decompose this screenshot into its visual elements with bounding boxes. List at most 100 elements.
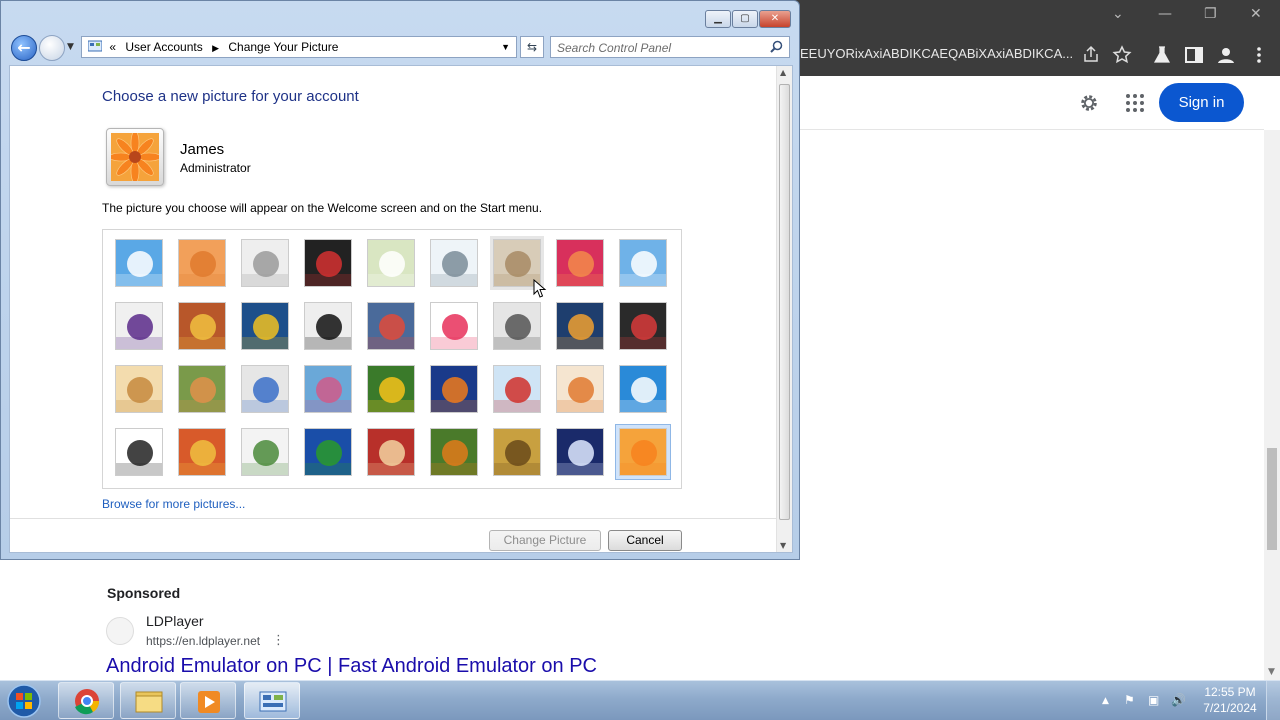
pinwheel-icon xyxy=(620,240,666,286)
picture-window[interactable] xyxy=(304,428,352,476)
action-center-flag-icon[interactable]: ⚑ xyxy=(1124,693,1135,707)
content-scrollbar-thumb[interactable] xyxy=(779,84,790,520)
breadcrumb[interactable]: « User Accounts ▶ Change Your Picture ▼ xyxy=(81,36,517,58)
picture-dog[interactable] xyxy=(304,302,352,350)
picture-hot-air-balloon[interactable] xyxy=(493,365,541,413)
back-button[interactable]: ← xyxy=(11,35,37,61)
picture-pink-star-flower[interactable] xyxy=(430,302,478,350)
minimize-button[interactable]: ▁ xyxy=(705,10,731,28)
picture-satellite-dish[interactable] xyxy=(430,239,478,287)
picture-stairs[interactable] xyxy=(556,302,604,350)
address-bar[interactable]: EEUYORixAxiABDIKCAEQABiXAxiABDIKCA... xyxy=(800,46,1073,61)
ad-site-name[interactable]: LDPlayer xyxy=(146,613,204,629)
picture-soccer-ball[interactable] xyxy=(115,428,163,476)
picture-pinwheel[interactable] xyxy=(619,239,667,287)
breadcrumb-separator-icon[interactable]: ▶ xyxy=(212,43,219,53)
picture-grid xyxy=(102,229,682,489)
taskbar-chrome-button[interactable] xyxy=(58,682,114,719)
content-scrollbar[interactable]: ▲ ▼ xyxy=(776,66,792,552)
breadcrumb-change-your-picture[interactable]: Change Your Picture xyxy=(228,40,338,54)
sign-in-button[interactable]: Sign in xyxy=(1159,83,1244,122)
picture-robot[interactable] xyxy=(241,365,289,413)
picture-fabric[interactable] xyxy=(178,428,226,476)
picture-ball[interactable] xyxy=(115,302,163,350)
taskbar-control-panel-button[interactable] xyxy=(244,682,300,719)
ad-site-url[interactable]: https://en.ldplayer.net xyxy=(146,634,260,648)
picture-pink-flower[interactable] xyxy=(556,239,604,287)
change-picture-window: ▁ ▢ ✕ ← ▼ « User Accounts ▶ Change Your … xyxy=(0,0,800,560)
breadcrumb-overflow-icon[interactable]: « xyxy=(109,40,116,54)
picture-lucky-cat[interactable] xyxy=(367,239,415,287)
side-panel-icon[interactable] xyxy=(1183,44,1205,66)
forward-button[interactable] xyxy=(39,35,65,61)
start-button[interactable] xyxy=(4,683,44,719)
folder-icon xyxy=(135,691,163,713)
picture-doll[interactable] xyxy=(556,365,604,413)
recent-pages-icon[interactable]: ▼ xyxy=(67,42,74,52)
volume-icon[interactable]: 🔊 xyxy=(1171,693,1186,707)
picture-paper-crane[interactable] xyxy=(619,302,667,350)
tray-overflow-icon[interactable]: ▲ xyxy=(1102,696,1109,706)
picture-guitar[interactable] xyxy=(115,365,163,413)
taskbar-explorer-button[interactable] xyxy=(120,682,176,719)
browser-restore-icon[interactable]: ❐ xyxy=(1204,6,1217,22)
profile-icon[interactable] xyxy=(1215,44,1237,66)
labs-flask-icon[interactable] xyxy=(1151,44,1173,66)
picture-puppy[interactable] xyxy=(178,365,226,413)
maximize-button[interactable]: ▢ xyxy=(732,10,758,28)
footer-divider xyxy=(10,518,778,519)
search-icon[interactable] xyxy=(770,40,783,53)
browser-menu-icon[interactable] xyxy=(1248,44,1270,66)
picture-scarves[interactable] xyxy=(304,365,352,413)
search-input[interactable] xyxy=(557,38,767,58)
browser-tabsearch-icon[interactable]: ⌄ xyxy=(1112,6,1124,22)
share-icon[interactable] xyxy=(1080,44,1102,66)
breadcrumb-user-accounts[interactable]: User Accounts xyxy=(125,40,202,54)
close-button[interactable]: ✕ xyxy=(759,10,791,28)
ad-more-options-icon[interactable]: ⋮ xyxy=(272,633,285,649)
settings-gear-icon[interactable] xyxy=(1078,92,1100,114)
address-dropdown-icon[interactable]: ▼ xyxy=(501,37,510,57)
picture-crayons[interactable] xyxy=(367,302,415,350)
browser-close-icon[interactable]: ✕ xyxy=(1250,6,1262,22)
picture-fish[interactable] xyxy=(430,365,478,413)
browse-more-pictures-link[interactable]: Browse for more pictures... xyxy=(102,497,245,511)
picture-fabric-stripes[interactable] xyxy=(178,302,226,350)
scroll-down-icon[interactable]: ▼ xyxy=(1268,667,1275,677)
bookmark-star-icon[interactable] xyxy=(1111,44,1133,66)
picture-starfish[interactable] xyxy=(178,239,226,287)
network-icon[interactable]: ▣ xyxy=(1148,693,1159,707)
picture-sailboat[interactable] xyxy=(619,365,667,413)
picture-lighthouse[interactable] xyxy=(556,428,604,476)
picture-butterfly[interactable] xyxy=(430,428,478,476)
change-picture-button[interactable]: Change Picture xyxy=(489,530,601,551)
tray-clock[interactable]: 12:55 PM 7/21/2024 xyxy=(1198,684,1262,716)
satellite-dish-icon xyxy=(431,240,477,286)
page-scrollbar-thumb[interactable] xyxy=(1267,448,1277,550)
picture-jacks[interactable] xyxy=(493,302,541,350)
picture-basket[interactable] xyxy=(493,428,541,476)
picture-sunflower[interactable] xyxy=(367,365,415,413)
scroll-up-icon[interactable]: ▲ xyxy=(780,68,786,77)
picture-marbles[interactable] xyxy=(241,428,289,476)
picture-robot-toy[interactable] xyxy=(241,239,289,287)
picture-orange-gerbera[interactable] xyxy=(619,428,667,476)
refresh-button[interactable]: ⇆ xyxy=(520,36,544,58)
picture-roller-coaster[interactable] xyxy=(115,239,163,287)
picture-ginkgo-leaf[interactable] xyxy=(241,302,289,350)
search-box[interactable] xyxy=(550,36,790,58)
page-scrollbar[interactable]: ▼ xyxy=(1264,130,1280,680)
picture-pattern-cloth[interactable] xyxy=(367,428,415,476)
paper-crane-icon xyxy=(620,303,666,349)
content-pane: Choose a new picture for your account Ja… xyxy=(9,65,793,553)
picture-turntable[interactable] xyxy=(304,239,352,287)
show-desktop-button[interactable] xyxy=(1266,681,1280,720)
sailboat-icon xyxy=(620,366,666,412)
scroll-down-icon[interactable]: ▼ xyxy=(780,541,786,550)
browser-minimize-icon[interactable]: — xyxy=(1158,6,1172,22)
ad-title-link[interactable]: Android Emulator on PC | Fast Android Em… xyxy=(106,655,597,678)
google-apps-icon[interactable] xyxy=(1126,94,1144,112)
orange-gerbera-icon xyxy=(620,429,666,475)
taskbar-media-player-button[interactable] xyxy=(180,682,236,719)
cancel-button[interactable]: Cancel xyxy=(608,530,682,551)
